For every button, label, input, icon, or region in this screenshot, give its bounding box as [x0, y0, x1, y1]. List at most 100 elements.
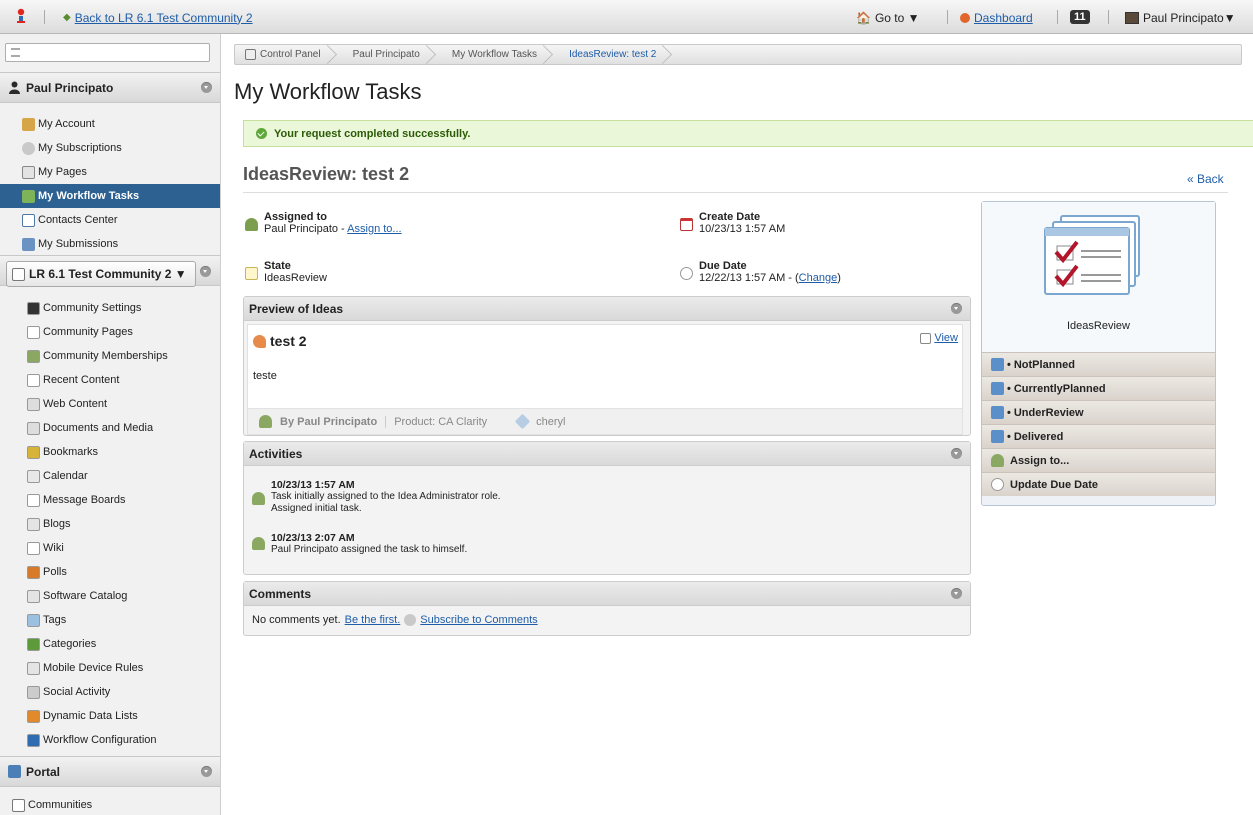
sidebar-item-documents[interactable]: Documents and Media	[0, 416, 220, 440]
collapse-icon[interactable]	[951, 448, 962, 459]
comments-panel-header[interactable]: Comments	[244, 582, 970, 606]
collapse-icon[interactable]	[201, 82, 212, 93]
preview-panel-title: Preview of Ideas	[249, 301, 344, 316]
workflow-action-label: UnderReview	[1013, 406, 1084, 419]
pages-icon	[27, 325, 40, 339]
view-link-text[interactable]: View	[934, 332, 958, 344]
sidebar-item-calendar[interactable]: Calendar	[0, 464, 220, 488]
breadcrumb-current-task[interactable]: IdeasReview: test 2	[551, 45, 670, 64]
sidebar-item-polls[interactable]: Polls	[0, 560, 220, 584]
view-link[interactable]: View	[920, 332, 958, 344]
sidebar-item-blogs[interactable]: Blogs	[0, 512, 220, 536]
success-message-text: Your request completed successfully.	[274, 127, 471, 140]
back-to-community-link[interactable]: ◆ Back to LR 6.1 Test Community 2	[63, 10, 253, 25]
idea-icon	[253, 334, 266, 348]
notification-count: 11	[1070, 9, 1090, 24]
bullet: •	[1007, 358, 1011, 371]
breadcrumb-control-panel[interactable]: Control Panel	[235, 45, 335, 64]
sidebar-item-my-pages[interactable]: My Pages	[0, 160, 220, 184]
sidebar-item-categories[interactable]: Categories	[0, 632, 220, 656]
dashboard-link[interactable]: Dashboard	[960, 10, 1033, 25]
workflow-action-currentlyplanned[interactable]: • CurrentlyPlanned	[982, 376, 1215, 400]
workflow-action-notplanned[interactable]: • NotPlanned	[982, 352, 1215, 376]
activity-date: 10/23/13 1:57 AM	[271, 479, 355, 491]
social-icon	[27, 685, 40, 699]
sidebar-item-my-account[interactable]: My Account	[0, 112, 220, 136]
user-menu[interactable]: Paul Principato▼	[1125, 10, 1236, 25]
liferay-logo-icon[interactable]	[16, 8, 26, 23]
back-link[interactable]: « Back	[1187, 172, 1224, 186]
sidebar-item-pages[interactable]: Community Pages	[0, 320, 220, 344]
sidebar-item-label: Mobile Device Rules	[43, 662, 144, 674]
transition-icon	[991, 406, 1004, 419]
sidebar-item-bookmarks[interactable]: Bookmarks	[0, 440, 220, 464]
sidebar-item-messageboards[interactable]: Message Boards	[0, 488, 220, 512]
submissions-icon	[22, 237, 35, 251]
meta-divider	[385, 415, 387, 428]
activities-panel-header[interactable]: Activities	[244, 442, 970, 466]
back-link-text[interactable]: Back to LR 6.1 Test Community 2	[75, 11, 253, 25]
community-collapse-icon[interactable]	[200, 266, 211, 277]
top-dockbar: ◆ Back to LR 6.1 Test Community 2 🏠 Go t…	[0, 0, 1253, 34]
sidebar-item-label: Categories	[43, 638, 97, 650]
collapse-icon[interactable]	[951, 303, 962, 314]
sidebar-item-wiki[interactable]: Wiki	[0, 536, 220, 560]
messageboards-icon	[27, 493, 40, 507]
documents-icon	[27, 421, 40, 435]
notification-count-badge[interactable]: 11	[1070, 9, 1090, 24]
sidebar-item-tags[interactable]: Tags	[0, 608, 220, 632]
breadcrumb-workflow-tasks[interactable]: My Workflow Tasks	[434, 45, 551, 64]
sidebar-item-gear[interactable]: Community Settings	[0, 296, 220, 320]
idea-tag[interactable]: cheryl	[536, 416, 565, 428]
portal-panel-header[interactable]: Portal	[0, 756, 220, 787]
preview-content: test 2 View teste By Paul Principato Pro…	[247, 324, 963, 435]
collapse-icon[interactable]	[201, 766, 212, 777]
sidebar-item-label: Community Settings	[43, 302, 142, 314]
sidebar-item-mobile[interactable]: Mobile Device Rules	[0, 656, 220, 680]
search-field-icon	[11, 48, 20, 57]
sidebar-item-webcontent[interactable]: Web Content	[0, 392, 220, 416]
change-due-date-link[interactable]: Change	[799, 272, 838, 284]
dashboard-label[interactable]: Dashboard	[974, 11, 1033, 25]
activity-text: Paul Principato assigned the task to him…	[271, 544, 468, 555]
subscribe-icon	[404, 614, 417, 626]
workflow-action-assign-to[interactable]: Assign to...	[982, 448, 1215, 472]
recent-icon	[27, 373, 40, 387]
sidebar-item-communities[interactable]: Communities	[0, 793, 220, 815]
community-selector[interactable]: LR 6.1 Test Community 2 ▼	[6, 261, 196, 287]
collapse-icon[interactable]	[951, 588, 962, 599]
preview-panel: Preview of Ideas test 2 View teste By Pa…	[243, 296, 971, 436]
community-selector-label: LR 6.1 Test Community 2 ▼	[29, 267, 187, 281]
communities-icon	[12, 798, 25, 812]
idea-author: By Paul Principato	[280, 415, 378, 428]
search-input[interactable]	[5, 43, 210, 62]
create-date-field: Create Date 10/23/13 1:57 AM	[680, 211, 785, 235]
sidebar-item-memberships[interactable]: Community Memberships	[0, 344, 220, 368]
preview-panel-header[interactable]: Preview of Ideas	[244, 297, 970, 321]
sidebar-item-ddl[interactable]: Dynamic Data Lists	[0, 704, 220, 728]
home-icon: 🏠	[856, 10, 871, 25]
assigned-to-label: Assigned to	[264, 211, 327, 223]
assign-to-link[interactable]: Assign to...	[347, 223, 401, 235]
sidebar: Paul Principato My Account My Subscripti…	[0, 34, 221, 815]
sidebar-item-workflow[interactable]: Workflow Configuration	[0, 728, 220, 752]
sidebar-item-my-submissions[interactable]: My Submissions	[0, 232, 220, 256]
sidebar-item-software[interactable]: Software Catalog	[0, 584, 220, 608]
sidebar-item-contacts-center[interactable]: Contacts Center	[0, 208, 220, 232]
sidebar-item-social[interactable]: Social Activity	[0, 680, 220, 704]
activity-text: Assigned initial task.	[271, 503, 362, 514]
portal-nav: Communities	[0, 793, 220, 815]
workflow-action-delivered[interactable]: • Delivered	[982, 424, 1215, 448]
sidebar-item-recent[interactable]: Recent Content	[0, 368, 220, 392]
sidebar-item-my-workflow-tasks[interactable]: My Workflow Tasks	[0, 184, 220, 208]
sidebar-item-my-subscriptions[interactable]: My Subscriptions	[0, 136, 220, 160]
breadcrumb-user[interactable]: Paul Principato	[335, 45, 434, 64]
subscribe-comments-link[interactable]: Subscribe to Comments	[420, 614, 537, 626]
workflow-action-underreview[interactable]: • UnderReview	[982, 400, 1215, 424]
goto-menu[interactable]: 🏠 Go to ▼	[856, 10, 920, 25]
workflow-action-update-due-date[interactable]: Update Due Date	[982, 472, 1215, 496]
idea-body: teste	[253, 370, 277, 382]
user-panel-header[interactable]: Paul Principato	[0, 72, 220, 103]
community-icon	[12, 267, 25, 281]
be-first-link[interactable]: Be the first.	[345, 614, 401, 626]
